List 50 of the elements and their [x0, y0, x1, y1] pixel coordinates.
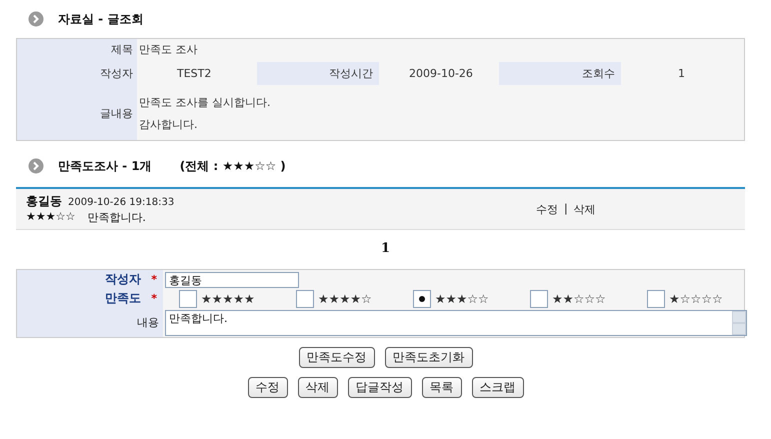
- rating-stars: ★☆☆☆☆: [669, 292, 723, 306]
- arrow-bullet-icon: [28, 158, 44, 174]
- action-button[interactable]: 스크랩: [472, 377, 524, 398]
- survey-button[interactable]: 만족도수정: [298, 347, 374, 368]
- scrollbar[interactable]: [732, 311, 746, 335]
- rating-stars: ★★★☆☆: [435, 292, 489, 306]
- author-field[interactable]: 홍길동: [165, 272, 299, 288]
- views-count: 1: [677, 67, 686, 80]
- overall-rating: (전체 : ★★★☆☆ ): [180, 158, 286, 174]
- rating-stars: ★★★★☆: [318, 292, 372, 306]
- radio-button[interactable]: [296, 290, 314, 308]
- action-button[interactable]: 답글작성: [348, 377, 412, 398]
- field-label: 만족도: [105, 290, 142, 306]
- edit-link[interactable]: 수정: [536, 202, 558, 216]
- body-text: 감사합니다.: [139, 117, 198, 132]
- field-label: 작성시간: [257, 62, 379, 85]
- page-link[interactable]: 1: [380, 241, 390, 256]
- comment-text: 만족합니다.: [87, 210, 146, 225]
- author-text: TEST2: [176, 67, 212, 80]
- comment-author: 홍길동: [26, 193, 62, 210]
- radio-button[interactable]: [647, 290, 665, 308]
- radio-button[interactable]: [530, 290, 548, 308]
- rating-stars: ★★★★★: [201, 292, 255, 306]
- field-label: 조회수: [499, 62, 621, 85]
- date-text: 2009-10-26: [408, 67, 474, 80]
- survey-button[interactable]: 만족도초기화: [384, 347, 472, 368]
- body-text: 만족도 조사를 실시합니다.: [139, 95, 270, 110]
- field-label: 작성자: [105, 270, 142, 288]
- content-text: 만족합니다.: [168, 312, 228, 325]
- field-label: 글내용: [100, 106, 133, 121]
- action-button[interactable]: 수정: [248, 377, 288, 398]
- subject-text: 만족도 조사: [139, 42, 198, 57]
- delete-link[interactable]: 삭제: [574, 202, 596, 216]
- arrow-bullet-icon: [28, 11, 44, 27]
- action-button[interactable]: 목록: [422, 377, 462, 398]
- section-title: 자료실 - 글조회: [58, 10, 144, 28]
- rating-stars: ★★☆☆☆: [552, 292, 606, 306]
- comment-time: 2009-10-26 19:18:33: [68, 197, 174, 208]
- required-mark: *: [151, 272, 157, 286]
- content-field[interactable]: 만족합니다.: [165, 310, 747, 336]
- required-mark: *: [151, 292, 157, 304]
- separator: |: [564, 202, 568, 216]
- field-label: 작성자: [100, 66, 133, 81]
- action-button[interactable]: 삭제: [298, 377, 338, 398]
- comment-rating: ★★★☆☆: [26, 210, 76, 225]
- radio-button[interactable]: [413, 290, 431, 308]
- radio-button[interactable]: [179, 290, 197, 308]
- field-label: 제목: [111, 42, 133, 57]
- field-label: 내용: [137, 315, 159, 330]
- section-title: 만족도조사 - 1개: [58, 158, 152, 174]
